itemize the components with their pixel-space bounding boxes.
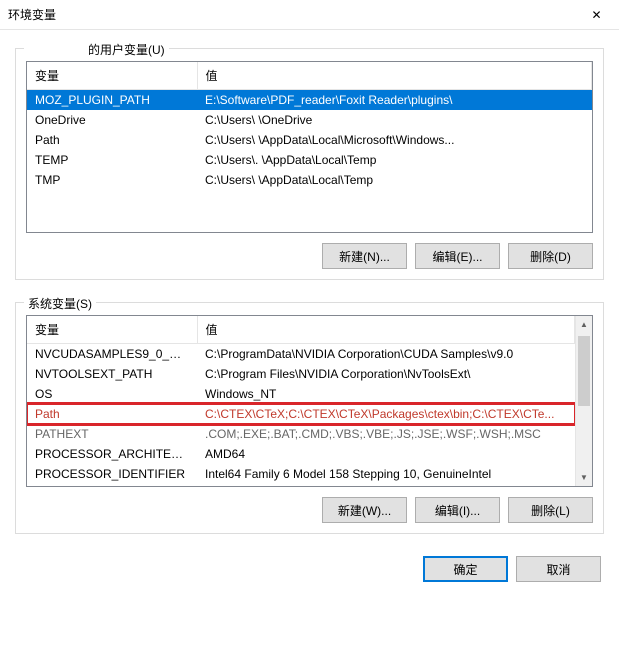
cell-name: Path xyxy=(27,130,197,150)
table-row[interactable]: OSWindows_NT xyxy=(27,384,575,404)
window-title: 环境变量 xyxy=(0,6,56,23)
table-row[interactable]: PathC:\CTEX\CTeX;C:\CTEX\CTeX\Packages\c… xyxy=(27,404,575,424)
scroll-down-icon[interactable]: ▼ xyxy=(576,469,592,486)
cell-name: MOZ_PLUGIN_PATH xyxy=(27,90,197,111)
cell-value: C:\CTEX\CTeX;C:\CTEX\CTeX\Packages\ctex\… xyxy=(197,404,575,424)
cell-name: OS xyxy=(27,384,197,404)
cell-name: PROCESSOR_ARCHITECT... xyxy=(27,444,197,464)
user-vars-table-wrap: 变量 值 MOZ_PLUGIN_PATHE:\Software\PDF_read… xyxy=(26,61,593,233)
sys-col-name[interactable]: 变量 xyxy=(27,316,197,344)
cell-value: C:\Users\. \AppData\Local\Temp xyxy=(197,150,592,170)
cell-value: AMD64 xyxy=(197,444,575,464)
user-buttons: 新建(N)... 编辑(E)... 删除(D) xyxy=(26,243,593,269)
cell-value: C:\Users\ \OneDrive xyxy=(197,110,592,130)
cell-value: Windows_NT xyxy=(197,384,575,404)
table-row[interactable]: PROCESSOR_IDENTIFIERIntel64 Family 6 Mod… xyxy=(27,464,575,484)
cell-value: E:\Software\PDF_reader\Foxit Reader\plug… xyxy=(197,90,592,111)
user-col-name[interactable]: 变量 xyxy=(27,62,197,90)
cell-value: C:\Users\ \AppData\Local\Microsoft\Windo… xyxy=(197,130,592,150)
table-row[interactable]: NVTOOLSEXT_PATHC:\Program Files\NVIDIA C… xyxy=(27,364,575,384)
dialog-content: 的用户变量(U) 变量 值 MOZ_PLUGIN_PATHE:\Software… xyxy=(0,30,619,544)
cell-name: PATHEXT xyxy=(27,424,197,444)
cell-value: Intel64 Family 6 Model 158 Stepping 10, … xyxy=(197,464,575,484)
table-row[interactable]: PROCESSOR_ARCHITECT...AMD64 xyxy=(27,444,575,464)
table-row[interactable]: PATHEXT.COM;.EXE;.BAT;.CMD;.VBS;.VBE;.JS… xyxy=(27,424,575,444)
system-scrollbar[interactable]: ▲ ▼ xyxy=(575,316,592,486)
user-edit-button[interactable]: 编辑(E)... xyxy=(415,243,500,269)
cell-name: PROCESSOR_IDENTIFIER xyxy=(27,464,197,484)
dialog-buttons: 确定 取消 xyxy=(0,544,619,600)
cell-value: C:\Users\ \AppData\Local\Temp xyxy=(197,170,592,190)
cell-name: TEMP xyxy=(27,150,197,170)
cell-value: C:\ProgramData\NVIDIA Corporation\CUDA S… xyxy=(197,344,575,365)
user-delete-button[interactable]: 删除(D) xyxy=(508,243,593,269)
censored-username xyxy=(28,42,88,54)
system-vars-table-wrap: 变量 值 NVCUDASAMPLES9_0_RO...C:\ProgramDat… xyxy=(26,315,593,487)
user-new-button[interactable]: 新建(N)... xyxy=(322,243,407,269)
cell-name: TMP xyxy=(27,170,197,190)
titlebar: 环境变量 ✕ xyxy=(0,0,619,30)
cell-value: .COM;.EXE;.BAT;.CMD;.VBS;.VBE;.JS;.JSE;.… xyxy=(197,424,575,444)
ok-button[interactable]: 确定 xyxy=(423,556,508,582)
scroll-up-icon[interactable]: ▲ xyxy=(576,316,592,333)
table-row[interactable]: NVCUDASAMPLES9_0_RO...C:\ProgramData\NVI… xyxy=(27,344,575,365)
system-vars-table[interactable]: 变量 值 NVCUDASAMPLES9_0_RO...C:\ProgramDat… xyxy=(27,316,575,484)
user-vars-group: 的用户变量(U) 变量 值 MOZ_PLUGIN_PATHE:\Software… xyxy=(15,48,604,280)
system-new-button[interactable]: 新建(W)... xyxy=(322,497,407,523)
system-edit-button[interactable]: 编辑(I)... xyxy=(415,497,500,523)
system-delete-button[interactable]: 删除(L) xyxy=(508,497,593,523)
table-row[interactable]: TMPC:\Users\ \AppData\Local\Temp xyxy=(27,170,592,190)
table-row[interactable]: PathC:\Users\ \AppData\Local\Microsoft\W… xyxy=(27,130,592,150)
cell-name: NVCUDASAMPLES9_0_RO... xyxy=(27,344,197,365)
scroll-thumb[interactable] xyxy=(578,336,590,406)
table-row[interactable]: TEMPC:\Users\. \AppData\Local\Temp xyxy=(27,150,592,170)
system-vars-label: 系统变量(S) xyxy=(24,295,96,312)
table-row[interactable]: MOZ_PLUGIN_PATHE:\Software\PDF_reader\Fo… xyxy=(27,90,592,111)
cell-name: Path xyxy=(27,404,197,424)
user-vars-label: 的用户变量(U) xyxy=(24,41,169,58)
table-row[interactable]: OneDriveC:\Users\ \OneDrive xyxy=(27,110,592,130)
cell-value: C:\Program Files\NVIDIA Corporation\NvTo… xyxy=(197,364,575,384)
system-buttons: 新建(W)... 编辑(I)... 删除(L) xyxy=(26,497,593,523)
cell-name: NVTOOLSEXT_PATH xyxy=(27,364,197,384)
close-icon: ✕ xyxy=(591,8,601,22)
user-vars-table[interactable]: 变量 值 MOZ_PLUGIN_PATHE:\Software\PDF_read… xyxy=(27,62,592,190)
close-button[interactable]: ✕ xyxy=(574,0,619,30)
cancel-button[interactable]: 取消 xyxy=(516,556,601,582)
sys-col-value[interactable]: 值 xyxy=(197,316,575,344)
user-col-value[interactable]: 值 xyxy=(197,62,592,90)
system-vars-group: 系统变量(S) 变量 值 NVCUDASAMPLES9_0_RO...C:\Pr… xyxy=(15,302,604,534)
cell-name: OneDrive xyxy=(27,110,197,130)
